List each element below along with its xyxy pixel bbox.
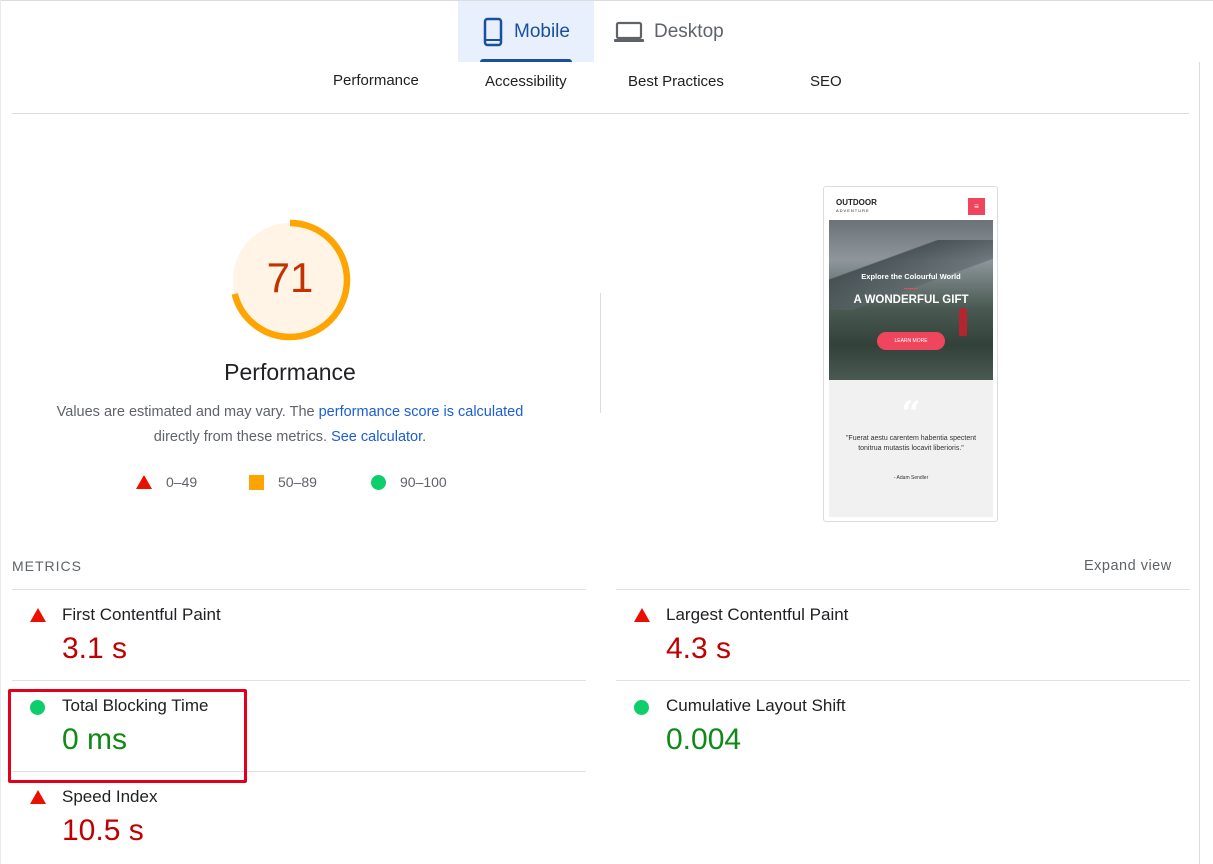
see-calculator-link[interactable]: See calculator (331, 429, 422, 445)
thumbnail-quote: "Fuerat aestu carentem habentia spectent… (845, 435, 977, 452)
metric-value: 10.5 s (62, 814, 144, 847)
metric-value: 0.004 (666, 723, 742, 756)
legend-pass-label: 90–100 (400, 474, 447, 490)
thumbnail-hero-subtitle: Explore the Colourful World (861, 272, 961, 281)
quote-mark-icon: “ (901, 394, 921, 434)
mobile-icon (483, 17, 503, 46)
metric-name: Speed Index (62, 787, 158, 806)
thumbnail-hero-image: Explore the Colourful World A WONDERFUL … (829, 220, 993, 380)
metric-value: 3.1 s (62, 632, 128, 665)
description-prefix: Values are estimated and may vary. The (56, 404, 319, 420)
legend-average-label: 50–89 (278, 474, 317, 490)
performance-score: 71 (266, 254, 314, 301)
category-divider (12, 113, 1189, 114)
legend-pass: 90–100 (371, 474, 447, 490)
pass-circle-icon (371, 474, 386, 490)
page-screenshot-thumbnail: OUTDOOR ADVENTURE ≡ Explore the Colourfu… (823, 186, 998, 522)
thumbnail-quote-section: “ "Fuerat aestu carentem habentia specte… (829, 380, 993, 517)
tab-mobile[interactable]: Mobile (458, 1, 594, 62)
metric-first-contentful-paint: First Contentful Paint 3.1 s (12, 590, 572, 680)
legend-fail: 0–49 (136, 474, 197, 490)
vertical-divider (600, 293, 601, 413)
tab-accessibility[interactable]: Accessibility (485, 73, 567, 90)
metric-speed-index: Speed Index 10.5 s (12, 772, 572, 862)
score-calculated-link[interactable]: performance score is calculated (319, 404, 524, 420)
fail-triangle-icon (634, 608, 650, 622)
frame-right-border (1199, 62, 1200, 864)
tab-desktop-label: Desktop (654, 20, 724, 42)
fail-triangle-icon (30, 608, 46, 622)
fail-triangle-icon (30, 790, 46, 804)
performance-title: Performance (224, 359, 356, 385)
description-suffix: . (422, 429, 427, 445)
expand-view-button[interactable]: Expand view (1084, 558, 1172, 574)
metric-name: Cumulative Layout Shift (666, 696, 846, 715)
thumbnail-hero-title: A WONDERFUL GIFT (853, 294, 969, 306)
tab-seo[interactable]: SEO (810, 73, 842, 90)
highlight-box (8, 689, 247, 783)
description-middle: directly from these metrics. (153, 429, 332, 445)
thumbnail-quote-author: - Adam Sendler (893, 475, 929, 481)
metrics-heading: METRICS (12, 558, 82, 574)
metric-name: First Contentful Paint (62, 605, 221, 624)
legend-average: 50–89 (249, 474, 317, 490)
tab-desktop[interactable]: Desktop (606, 1, 736, 62)
metric-largest-contentful-paint: Largest Contentful Paint 4.3 s (616, 590, 1176, 680)
thumbnail-logo-sub: ADVENTURE (836, 208, 870, 213)
pass-circle-icon (634, 700, 649, 715)
tab-best-practices[interactable]: Best Practices (628, 73, 724, 90)
thumbnail-accent-line (904, 288, 918, 289)
person-figure (959, 308, 967, 336)
performance-description: Values are estimated and may vary. The p… (30, 400, 550, 450)
hamburger-menu-icon: ≡ (968, 198, 985, 215)
laptop-icon (614, 21, 644, 42)
tab-mobile-label: Mobile (514, 20, 570, 42)
metric-cumulative-layout-shift: Cumulative Layout Shift 0.004 (616, 681, 1176, 771)
metric-name: Largest Contentful Paint (666, 605, 849, 624)
thumbnail-logo-text: OUTDOOR (836, 198, 877, 207)
average-square-icon (249, 474, 264, 490)
frame-left-border (0, 0, 1, 864)
legend-fail-label: 0–49 (166, 474, 198, 490)
metric-value: 4.3 s (666, 632, 732, 665)
thumbnail-logo: OUTDOOR ADVENTURE (836, 199, 877, 215)
active-tab-indicator (480, 59, 572, 62)
tab-performance[interactable]: Performance (333, 72, 419, 89)
fail-triangle-icon (136, 475, 152, 489)
thumbnail-learn-more-button: LEARN MORE (877, 332, 945, 350)
